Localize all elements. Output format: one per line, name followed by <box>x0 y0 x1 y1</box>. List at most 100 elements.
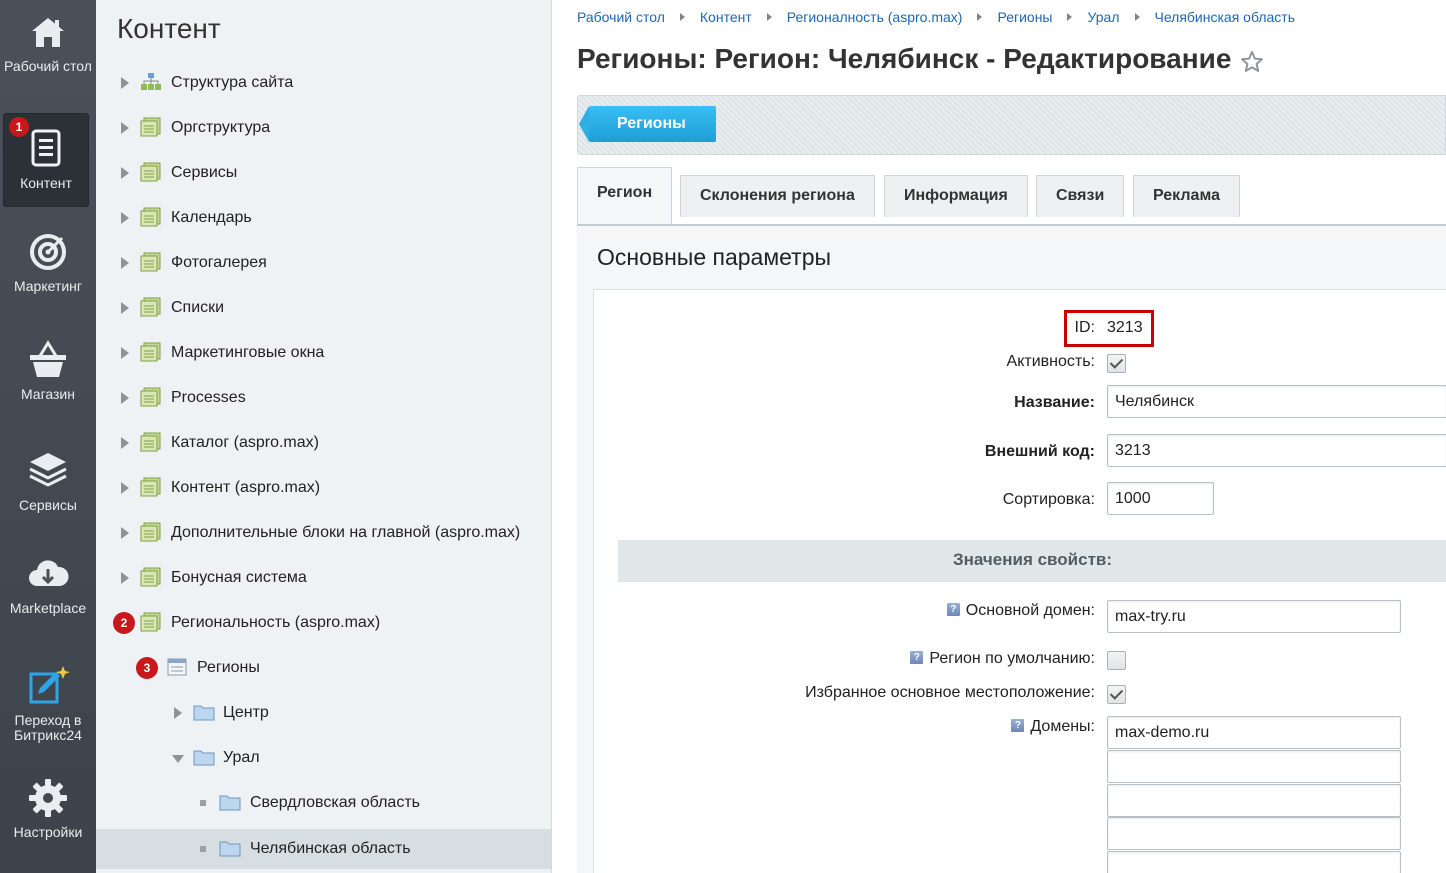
tab-links[interactable]: Связи <box>1036 175 1125 217</box>
iblock-icon <box>140 567 161 587</box>
folder-icon <box>193 750 215 766</box>
nav-bitrix24[interactable]: Переход в Битрикс24 <box>0 664 96 743</box>
folder-icon <box>219 841 241 857</box>
tree-item-sverdlovsk[interactable]: Свердловская область <box>96 783 551 823</box>
expand-arrow-icon[interactable] <box>121 122 129 134</box>
tree-item-orgstructure[interactable]: Оргструктура <box>96 108 551 148</box>
nav-settings[interactable]: Настройки <box>0 776 96 840</box>
tree-item-site-structure[interactable]: Структура сайта <box>96 63 551 103</box>
step-badge: 3 <box>136 657 158 679</box>
expand-arrow-icon[interactable] <box>121 212 129 224</box>
expand-arrow-icon[interactable] <box>121 572 129 584</box>
tree-item-label: Списки <box>171 299 225 316</box>
cloud-download-icon <box>29 560 69 586</box>
expand-arrow-icon[interactable] <box>121 527 129 539</box>
iblock-icon <box>140 117 161 137</box>
gear-icon <box>29 779 67 817</box>
tree-item-bonus-system[interactable]: Бонусная система <box>96 558 551 598</box>
expand-arrow-icon[interactable] <box>121 392 129 404</box>
breadcrumb-separator-icon <box>1134 13 1140 21</box>
tree-item-photogallery[interactable]: Фотогалерея <box>96 243 551 283</box>
domain-input[interactable]: max-demo.ru <box>1107 716 1401 749</box>
document-icon <box>31 129 61 167</box>
folder-icon <box>219 795 241 811</box>
tab-advertising[interactable]: Реклама <box>1133 175 1240 217</box>
breadcrumb-separator-icon <box>1067 13 1073 21</box>
expand-arrow-icon[interactable] <box>174 707 182 719</box>
tree-item-ural[interactable]: Урал <box>96 738 551 778</box>
domain-input[interactable] <box>1107 851 1401 873</box>
tree-item-label: Processes <box>171 389 246 406</box>
help-icon[interactable]: ? <box>946 603 960 616</box>
tree-item-lists[interactable]: Списки <box>96 288 551 328</box>
tree-item-chelyabinsk[interactable]: Челябинская область <box>96 829 551 869</box>
properties-header: Значения свойств: <box>618 540 1446 582</box>
id-value: 3213 <box>1107 319 1143 336</box>
tree-item-regions[interactable]: 3 Регионы <box>96 648 551 688</box>
iblock-icon <box>140 342 161 362</box>
sort-input[interactable]: 1000 <box>1107 482 1214 515</box>
leaf-bullet-icon <box>200 800 206 806</box>
main-domain-input[interactable]: max-try.ru <box>1107 600 1401 633</box>
iblock-icon <box>140 387 161 407</box>
expand-arrow-icon[interactable] <box>121 77 129 89</box>
help-icon[interactable]: ? <box>1011 719 1025 732</box>
domain-input[interactable] <box>1107 784 1401 817</box>
breadcrumb-item[interactable]: Рабочий стол <box>577 9 665 25</box>
help-icon[interactable]: ? <box>910 651 924 664</box>
tree-item-label: Сервисы <box>171 164 238 181</box>
back-to-regions-button[interactable]: Регионы <box>579 106 716 142</box>
nav-shop[interactable]: Магазин <box>0 338 96 402</box>
nav-desktop[interactable]: Рабочий стол <box>0 10 96 74</box>
left-navigation-bar: Рабочий стол 1 Контент Маркетинг Магазин <box>0 0 96 873</box>
step-badge: 2 <box>113 612 135 634</box>
tree-item-processes[interactable]: Processes <box>96 378 551 418</box>
breadcrumb-item[interactable]: Контент <box>700 9 752 25</box>
tree-item-calendar[interactable]: Календарь <box>96 198 551 238</box>
expand-arrow-icon[interactable] <box>121 167 129 179</box>
nav-marketplace[interactable]: Marketplace <box>0 552 96 616</box>
collapse-arrow-icon[interactable] <box>172 755 184 763</box>
breadcrumb-item[interactable]: Регионы <box>997 9 1052 25</box>
tab-information[interactable]: Информация <box>884 175 1028 217</box>
list-icon <box>167 658 187 676</box>
nav-content[interactable]: 1 Контент <box>3 113 89 207</box>
home-icon <box>32 18 64 47</box>
basket-icon <box>30 340 66 377</box>
tree-item-label: Челябинская область <box>250 840 411 857</box>
tree-item-center[interactable]: Центр <box>96 693 551 733</box>
tree-item-catalog[interactable]: Каталог (aspro.max) <box>96 423 551 463</box>
breadcrumb-item[interactable]: Регионалность (aspro.max) <box>787 9 963 25</box>
expand-arrow-icon[interactable] <box>121 347 129 359</box>
tab-declensions[interactable]: Склонения региона <box>680 175 875 217</box>
external-code-input[interactable]: 3213 <box>1107 434 1446 467</box>
tree-item-content-aspro[interactable]: Контент (aspro.max) <box>96 468 551 508</box>
domain-input[interactable] <box>1107 750 1401 783</box>
id-label: ID: <box>1074 319 1095 336</box>
tree-item-extra-blocks[interactable]: Дополнительные блоки на главной (aspro.m… <box>96 513 551 553</box>
default-region-checkbox[interactable] <box>1107 651 1126 670</box>
star-favorite-icon[interactable] <box>1240 50 1264 74</box>
tree-item-services[interactable]: Сервисы <box>96 153 551 193</box>
nav-marketing-label: Маркетинг <box>13 278 83 294</box>
nav-services[interactable]: Сервисы <box>0 449 96 513</box>
name-input[interactable]: Челябинск <box>1107 385 1446 418</box>
expand-arrow-icon[interactable] <box>121 482 129 494</box>
domain-input[interactable] <box>1107 817 1401 850</box>
breadcrumb-item[interactable]: Урал <box>1087 9 1119 25</box>
context-toolbar: Регионы <box>577 95 1446 155</box>
expand-arrow-icon[interactable] <box>121 437 129 449</box>
nav-marketing[interactable]: Маркетинг <box>0 230 96 294</box>
tab-region[interactable]: Регион <box>577 167 673 225</box>
favorite-location-checkbox[interactable] <box>1107 685 1126 704</box>
tree-item-label: Урал <box>223 749 260 766</box>
expand-arrow-icon[interactable] <box>121 302 129 314</box>
tree-item-label: Оргструктура <box>171 119 271 136</box>
tree-item-regionality[interactable]: 2 Региональность (aspro.max) <box>96 603 551 643</box>
tree-item-label: Фотогалерея <box>171 254 267 271</box>
breadcrumb-item[interactable]: Челябинская область <box>1155 9 1296 25</box>
sort-label: Сортировка: <box>1002 491 1095 508</box>
tree-item-marketing-windows[interactable]: Маркетинговые окна <box>96 333 551 373</box>
active-checkbox[interactable] <box>1107 354 1126 373</box>
expand-arrow-icon[interactable] <box>121 257 129 269</box>
